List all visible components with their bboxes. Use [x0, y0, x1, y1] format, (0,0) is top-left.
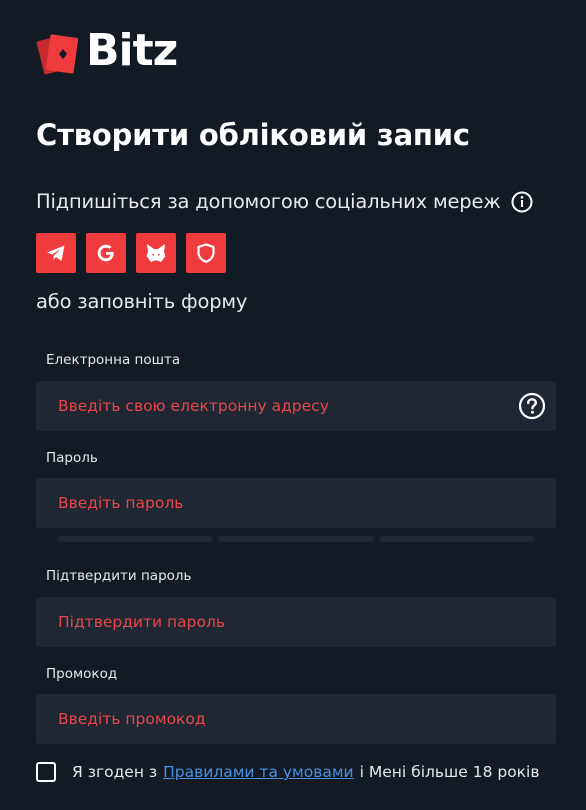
email-label: Електронна пошта: [46, 352, 181, 368]
cards-logo-icon: [36, 34, 79, 75]
google-icon: [97, 244, 114, 262]
metamask-icon: [146, 244, 166, 262]
or-fill-form-label: або заповніть форму: [36, 290, 248, 313]
info-icon[interactable]: [511, 191, 533, 213]
telegram-login-button[interactable]: [36, 233, 76, 273]
shield-icon: [197, 243, 215, 263]
email-field[interactable]: Введіть свою електронну адресу: [36, 381, 556, 431]
social-signup-label: Підпишіться за допомогою соціальних мере…: [36, 190, 501, 213]
email-placeholder: Введіть свою електронну адресу: [58, 397, 329, 415]
page-title: Створити обліковий запис: [36, 118, 470, 152]
terms-agreement-row: Я згоден з Правилами та умовами і Мені б…: [36, 762, 539, 782]
confirm-password-label: Підтвердити пароль: [46, 568, 192, 584]
confirm-password-placeholder: Підтвердити пароль: [58, 613, 226, 631]
terms-checkbox[interactable]: [36, 762, 56, 782]
terms-suffix: і Мені більше 18 років: [359, 763, 540, 781]
password-placeholder: Введіть пароль: [58, 494, 184, 512]
telegram-icon: [47, 245, 65, 261]
password-strength-meter: [57, 536, 535, 542]
social-buttons: [36, 233, 226, 273]
promo-label: Промокод: [46, 666, 118, 682]
terms-link[interactable]: Правилами та умовами: [163, 763, 354, 781]
promo-code-field[interactable]: Введіть промокод: [36, 694, 556, 744]
promo-code-placeholder: Введіть промокод: [58, 710, 206, 728]
password-strength-segment: [57, 536, 213, 542]
google-login-button[interactable]: [86, 233, 126, 273]
brand-logo[interactable]: Bitz: [36, 25, 196, 78]
confirm-password-field[interactable]: Підтвердити пароль: [36, 597, 556, 647]
help-icon[interactable]: [518, 392, 546, 420]
brand-logo-text: Bitz: [86, 25, 178, 76]
password-field[interactable]: Введіть пароль: [36, 478, 556, 528]
social-signup-row: Підпишіться за допомогою соціальних мере…: [36, 190, 533, 213]
metamask-login-button[interactable]: [136, 233, 176, 273]
password-label: Пароль: [46, 450, 98, 466]
password-strength-segment: [379, 536, 535, 542]
password-strength-segment: [218, 536, 374, 542]
shield-login-button[interactable]: [186, 233, 226, 273]
terms-prefix: Я згоден з: [72, 763, 158, 781]
